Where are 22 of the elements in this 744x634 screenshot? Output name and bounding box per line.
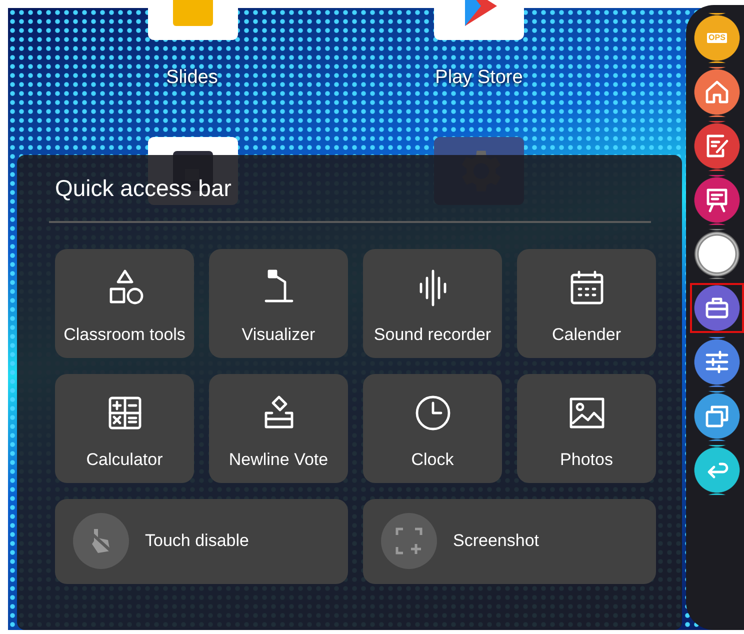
toolbox-icon — [704, 295, 730, 321]
quick-access-tile[interactable]: Classroom tools — [55, 248, 194, 358]
quick-access-tile[interactable]: Photos — [517, 374, 656, 483]
quick-access-tile[interactable]: Sound recorder — [363, 248, 502, 358]
windows-icon — [704, 403, 730, 429]
sidebar-button[interactable] — [690, 283, 744, 333]
quick-access-tile[interactable]: Newline Vote — [209, 374, 348, 483]
note-edit-icon — [704, 133, 730, 159]
quick-access-tile[interactable]: Calculator — [55, 374, 194, 483]
quick-access-toggle[interactable]: Screenshot — [363, 498, 656, 584]
home-icon — [704, 79, 730, 105]
screenshot-icon — [394, 526, 424, 556]
panel-title: Quick access bar — [55, 175, 232, 203]
quick-access-tile[interactable]: Calender — [517, 248, 656, 358]
app-label: Play Store — [435, 66, 523, 90]
quick-access-tile[interactable]: Visualizer — [209, 248, 348, 358]
sliders-icon — [704, 349, 730, 375]
easel-icon — [704, 187, 730, 213]
app-label: Slides — [166, 66, 218, 90]
quick-access-tile[interactable]: Clock — [363, 374, 502, 483]
quick-access-toggle[interactable]: Touch disable — [55, 498, 348, 584]
monitor-label: OPS — [706, 33, 728, 43]
